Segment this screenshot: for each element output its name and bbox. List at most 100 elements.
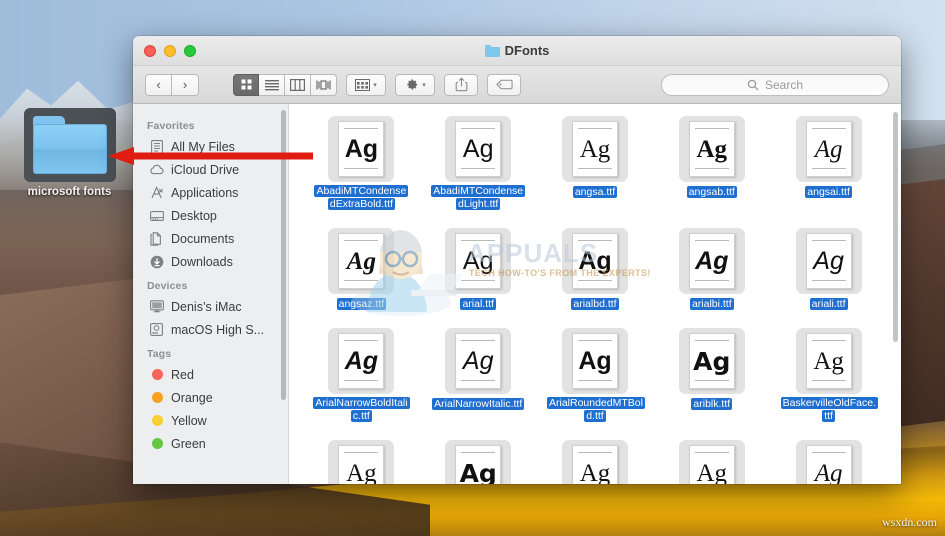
- font-file-icon: Ag: [328, 440, 395, 485]
- file-item[interactable]: Ag angsa.ttf: [537, 116, 654, 212]
- file-name-label: AbadiMTCondensedLight.ttf: [431, 185, 526, 210]
- finder-window[interactable]: DFonts ‹ › ▾ ▾ Search Favorites All My F…: [133, 36, 901, 484]
- sidebar-item-label: Denis’s iMac: [171, 299, 242, 314]
- action-gear-button[interactable]: ▾: [395, 73, 435, 96]
- font-preview-glyph: Ag: [579, 135, 611, 163]
- font-file-icon: Ag: [561, 228, 628, 294]
- sidebar-item-tag-green[interactable]: Green: [133, 432, 288, 455]
- window-toolbar[interactable]: ‹ › ▾ ▾ Search: [133, 66, 901, 104]
- downloads-icon: [149, 255, 164, 269]
- sidebar-item-documents[interactable]: Documents: [133, 227, 288, 250]
- window-titlebar: DFonts: [133, 36, 901, 66]
- column-view-button[interactable]: [285, 73, 311, 96]
- folder-icon: [484, 44, 500, 57]
- file-item[interactable]: Ag BaskervilleOldFace.ttf: [770, 328, 887, 424]
- navigation-buttons[interactable]: ‹ ›: [145, 73, 199, 96]
- font-preview-glyph: Ag: [462, 246, 494, 275]
- font-file-icon: Ag: [445, 116, 512, 182]
- file-item[interactable]: Ag angsai.ttf: [770, 116, 887, 212]
- chevron-down-icon: ▾: [422, 81, 426, 89]
- file-item[interactable]: Ag: [770, 440, 887, 484]
- font-file-icon: Ag: [678, 440, 745, 484]
- file-item[interactable]: Ag ariblk.ttf: [653, 328, 770, 424]
- font-preview-glyph: Ag: [346, 459, 377, 485]
- font-file-icon: Ag: [561, 328, 628, 394]
- window-title-text: DFonts: [504, 43, 550, 58]
- font-preview-glyph: Ag: [696, 135, 728, 163]
- font-file-icon: Ag: [678, 116, 745, 182]
- file-item[interactable]: Ag: [653, 440, 770, 484]
- search-placeholder: Search: [764, 77, 804, 92]
- file-name-label: ArialNarrowBoldItalic.ttf: [313, 397, 410, 422]
- file-item[interactable]: Ag ariali.ttf: [770, 228, 887, 312]
- file-name-label: ariali.ttf: [809, 298, 848, 310]
- file-name-label: arialbd.ttf: [571, 298, 619, 310]
- sidebar-item-downloads[interactable]: Downloads: [133, 250, 288, 273]
- font-preview-glyph: Ag: [344, 134, 379, 163]
- file-item[interactable]: Ag: [303, 440, 420, 484]
- file-item[interactable]: Ag AbadiMTCondensedExtraBold.ttf: [303, 116, 420, 212]
- sidebar-item-tag-yellow[interactable]: Yellow: [133, 409, 288, 432]
- file-item[interactable]: Ag ArialNarrowItalic.ttf: [420, 328, 537, 424]
- folder-icon: [23, 108, 116, 182]
- file-item[interactable]: Ag arial.ttf: [420, 228, 537, 312]
- desktop: microsoft fonts DFonts ‹ › ▾ ▾ Search Fa…: [0, 0, 945, 536]
- sidebar-item-tag-red[interactable]: Red: [133, 363, 288, 386]
- font-preview-glyph: Ag: [578, 346, 612, 375]
- file-name-label: ariblk.ttf: [691, 398, 733, 410]
- sidebar-item-applications[interactable]: Applications: [133, 181, 288, 204]
- search-input[interactable]: Search: [661, 73, 889, 96]
- file-item[interactable]: Ag arialbd.ttf: [537, 228, 654, 312]
- content-scrollbar[interactable]: [893, 112, 898, 342]
- file-item[interactable]: Ag ArialNarrowBoldItalic.ttf: [303, 328, 420, 424]
- tags-button[interactable]: [487, 73, 521, 96]
- file-item[interactable]: Ag arialbi.ttf: [653, 228, 770, 312]
- tag-dot-icon: [152, 369, 163, 380]
- file-item[interactable]: Ag: [537, 440, 654, 484]
- sidebar-item-tag-orange[interactable]: Orange: [133, 386, 288, 409]
- forward-button[interactable]: ›: [172, 73, 199, 96]
- file-item[interactable]: Ag ArialRoundedMTBold.ttf: [537, 328, 654, 424]
- font-preview-glyph: Ag: [462, 346, 494, 375]
- applications-icon: [149, 186, 164, 200]
- share-button[interactable]: [444, 73, 478, 96]
- sidebar-item-label: macOS High S...: [171, 322, 265, 337]
- font-preview-glyph: Ag: [814, 459, 843, 485]
- sidebar-item-denis-imac[interactable]: Denis’s iMac: [133, 295, 288, 318]
- coverflow-view-button[interactable]: [311, 73, 337, 96]
- file-name-label: arialbi.ttf: [689, 298, 734, 310]
- font-preview-glyph: Ag: [459, 458, 497, 485]
- font-file-icon: Ag: [678, 228, 745, 294]
- file-name-label: BaskervilleOldFace.ttf: [780, 397, 878, 422]
- file-grid-area[interactable]: Ag AbadiMTCondensedExtraBold.ttf Ag AbadiMT…: [289, 104, 901, 484]
- sidebar-item-label: Orange: [171, 390, 213, 405]
- font-preview-glyph: Ag: [579, 459, 611, 485]
- desktop-folder-label: microsoft fonts: [27, 186, 112, 198]
- tag-dot-icon: [152, 438, 163, 449]
- file-item[interactable]: Ag angsaz.ttf: [303, 228, 420, 312]
- sidebar-item-desktop[interactable]: Desktop: [133, 204, 288, 227]
- list-view-button[interactable]: [259, 73, 285, 96]
- view-mode-segmented-control[interactable]: [233, 73, 337, 96]
- font-preview-glyph: Ag: [693, 346, 731, 376]
- sidebar-item-label: Yellow: [171, 413, 207, 428]
- file-item[interactable]: Ag angsab.ttf: [653, 116, 770, 212]
- file-item[interactable]: Ag: [420, 440, 537, 484]
- font-file-icon: Ag: [445, 228, 512, 294]
- icon-view-button[interactable]: [233, 73, 259, 96]
- font-file-icon: Ag: [795, 116, 862, 182]
- file-item[interactable]: Ag AbadiMTCondensedLight.ttf: [420, 116, 537, 212]
- font-preview-glyph: Ag: [695, 246, 729, 275]
- font-file-icon: Ag: [795, 328, 862, 394]
- arrange-button[interactable]: ▾: [346, 73, 386, 96]
- back-button[interactable]: ‹: [145, 73, 172, 96]
- sidebar-section-devices: Devices: [147, 280, 188, 292]
- font-file-icon: Ag: [445, 440, 512, 485]
- font-preview-glyph: Ag: [813, 347, 844, 375]
- font-file-icon: Ag: [561, 440, 628, 485]
- file-name-label: angsai.ttf: [805, 186, 852, 198]
- desktop-icon: [149, 209, 164, 223]
- file-name-label: angsab.ttf: [686, 186, 737, 198]
- font-file-icon: Ag: [328, 328, 395, 394]
- sidebar-item-macos-high-sierra[interactable]: macOS High S...: [133, 318, 288, 341]
